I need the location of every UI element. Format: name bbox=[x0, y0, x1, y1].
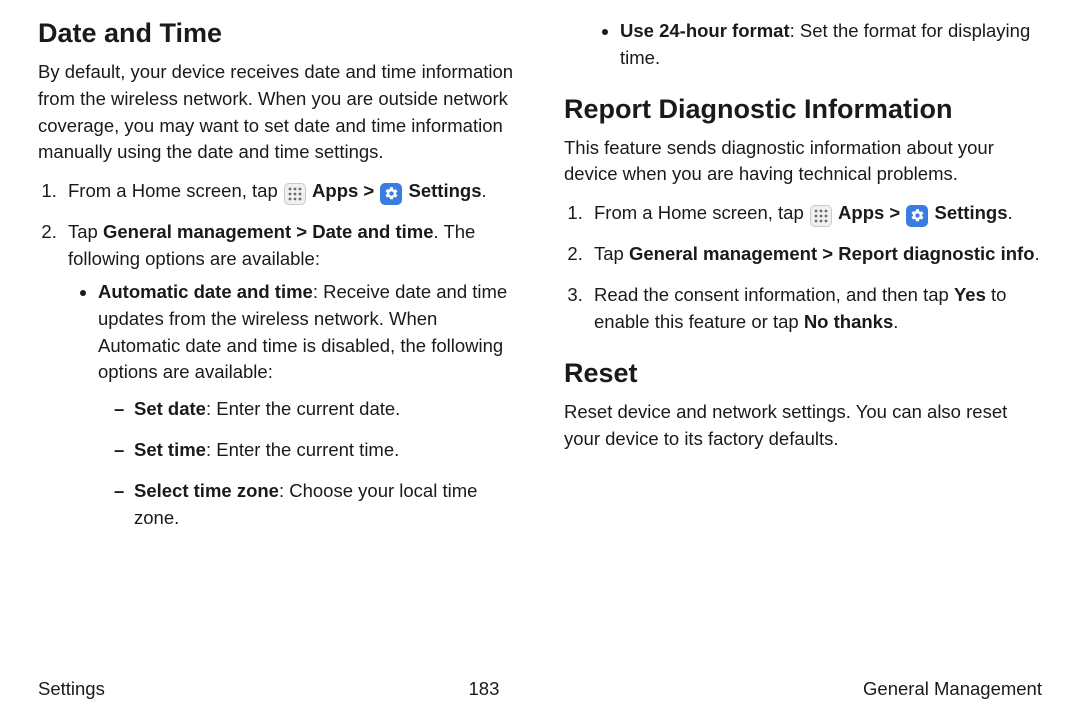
chevron: > bbox=[889, 202, 905, 223]
apps-icon bbox=[810, 205, 832, 227]
bullet-auto-date: Automatic date and time: Receive date an… bbox=[98, 279, 516, 532]
bullet-24h-b: Use 24-hour format bbox=[620, 20, 790, 41]
r-step-3-a: Read the consent information, and then t… bbox=[594, 284, 954, 305]
r-step-2-b: General management > Report diagnostic i… bbox=[629, 243, 1035, 264]
step-2-text-a: Tap bbox=[68, 221, 103, 242]
left-column: Date and Time By default, your device re… bbox=[38, 12, 516, 545]
dash-time-zone: Select time zone: Choose your local time… bbox=[114, 478, 516, 532]
settings-label: Settings bbox=[935, 202, 1008, 223]
dash-set-date-r: : Enter the current date. bbox=[206, 398, 400, 419]
apps-icon bbox=[284, 183, 306, 205]
paragraph-date-time: By default, your device receives date an… bbox=[38, 59, 516, 166]
dash-set-time: Set time: Enter the current time. bbox=[114, 437, 516, 464]
dashes-sub: Set date: Enter the current date. Set ti… bbox=[98, 396, 516, 531]
step-1-text-a: From a Home screen, tap bbox=[68, 180, 283, 201]
steps-report: From a Home screen, tap Apps > Settings.… bbox=[564, 200, 1042, 335]
r-step-3-no: No thanks bbox=[804, 311, 893, 332]
chevron: > bbox=[363, 180, 379, 201]
right-column: Use 24-hour format: Set the format for d… bbox=[564, 12, 1042, 545]
r-step-3-yes: Yes bbox=[954, 284, 986, 305]
step-2: Tap General management > Date and time. … bbox=[62, 219, 516, 531]
settings-icon bbox=[380, 183, 402, 205]
paragraph-report: This feature sends diagnostic informatio… bbox=[564, 135, 1042, 189]
footer-left: Settings bbox=[38, 678, 105, 700]
r-step-3-c: . bbox=[893, 311, 898, 332]
r-step-1: From a Home screen, tap Apps > Settings. bbox=[588, 200, 1042, 227]
r-step-2-a: Tap bbox=[594, 243, 629, 264]
dash-set-date: Set date: Enter the current date. bbox=[114, 396, 516, 423]
r-step-2-c: . bbox=[1035, 243, 1040, 264]
apps-label: Apps bbox=[838, 202, 884, 223]
dash-time-zone-b: Select time zone bbox=[134, 480, 279, 501]
bullet-24h: Use 24-hour format: Set the format for d… bbox=[620, 18, 1042, 72]
footer-right: General Management bbox=[863, 678, 1042, 700]
step-1: From a Home screen, tap Apps > Settings. bbox=[62, 178, 516, 205]
steps-date-time: From a Home screen, tap Apps > Settings.… bbox=[38, 178, 516, 531]
r-step-1-text-a: From a Home screen, tap bbox=[594, 202, 809, 223]
settings-icon bbox=[906, 205, 928, 227]
dash-set-time-r: : Enter the current time. bbox=[206, 439, 399, 460]
dash-set-time-b: Set time bbox=[134, 439, 206, 460]
dash-set-date-b: Set date bbox=[134, 398, 206, 419]
r-step-1-end: . bbox=[1008, 202, 1013, 223]
r-step-3: Read the consent information, and then t… bbox=[588, 282, 1042, 336]
apps-label: Apps bbox=[312, 180, 358, 201]
heading-date-time: Date and Time bbox=[38, 18, 516, 49]
bullets-options: Automatic date and time: Receive date an… bbox=[68, 279, 516, 532]
page-footer: Settings 183 General Management bbox=[38, 678, 1042, 700]
bullet-auto-date-b: Automatic date and time bbox=[98, 281, 313, 302]
heading-reset: Reset bbox=[564, 358, 1042, 389]
r-step-2: Tap General management > Report diagnost… bbox=[588, 241, 1042, 268]
paragraph-reset: Reset device and network settings. You c… bbox=[564, 399, 1042, 453]
footer-page-number: 183 bbox=[469, 678, 500, 700]
step-1-end: . bbox=[482, 180, 487, 201]
step-2-bold: General management > Date and time bbox=[103, 221, 434, 242]
content-columns: Date and Time By default, your device re… bbox=[38, 12, 1042, 545]
settings-label: Settings bbox=[409, 180, 482, 201]
heading-report: Report Diagnostic Information bbox=[564, 94, 1042, 125]
bullets-continued: Use 24-hour format: Set the format for d… bbox=[590, 18, 1042, 72]
